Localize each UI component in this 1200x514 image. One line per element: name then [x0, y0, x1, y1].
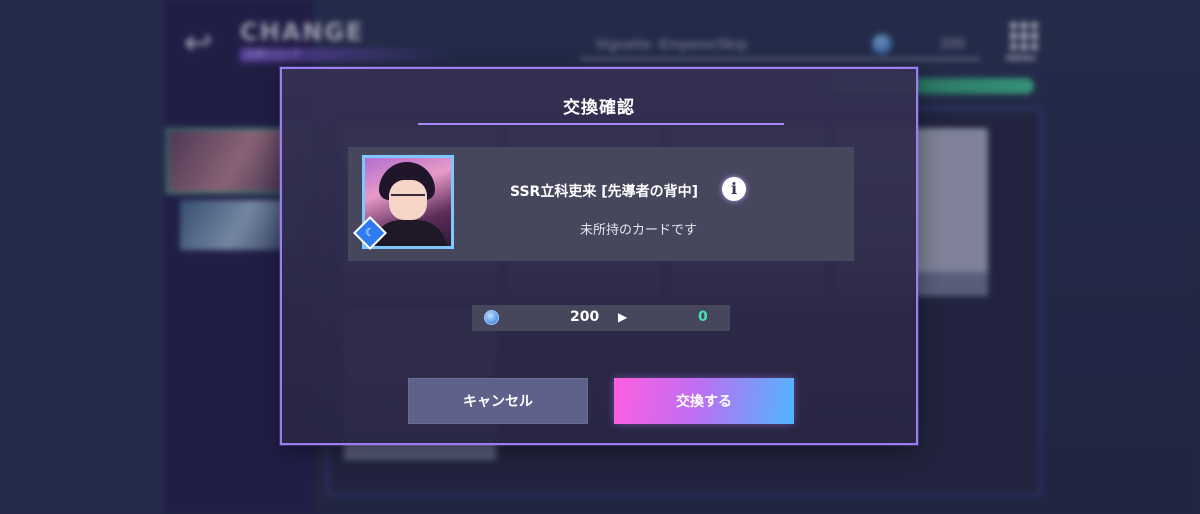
exchange-button[interactable]: 交換する	[614, 378, 794, 424]
cost-before: 200	[570, 309, 600, 325]
dialog-title: 交換確認	[563, 98, 635, 118]
card-ownership-status: 未所持のカードです	[580, 223, 698, 238]
currency-orb-icon	[484, 310, 499, 325]
cost-after: 0	[698, 309, 708, 325]
cost-bar: 200 ▶ 0	[472, 305, 730, 331]
card-name: SSR立科吏来 [先導者の背中]	[510, 184, 698, 200]
info-icon[interactable]: i	[722, 177, 746, 201]
arrow-right-icon: ▶	[618, 310, 628, 324]
card-info-box: ☾ SSR立科吏来 [先導者の背中] i 未所持のカードです	[348, 147, 854, 261]
cancel-button[interactable]: キャンセル	[408, 378, 588, 424]
title-divider	[418, 123, 784, 125]
exchange-confirm-dialog: 交換確認 ☾ SSR立科吏来 [先導者の背中] i 未所持のカードです 200 …	[280, 67, 918, 445]
